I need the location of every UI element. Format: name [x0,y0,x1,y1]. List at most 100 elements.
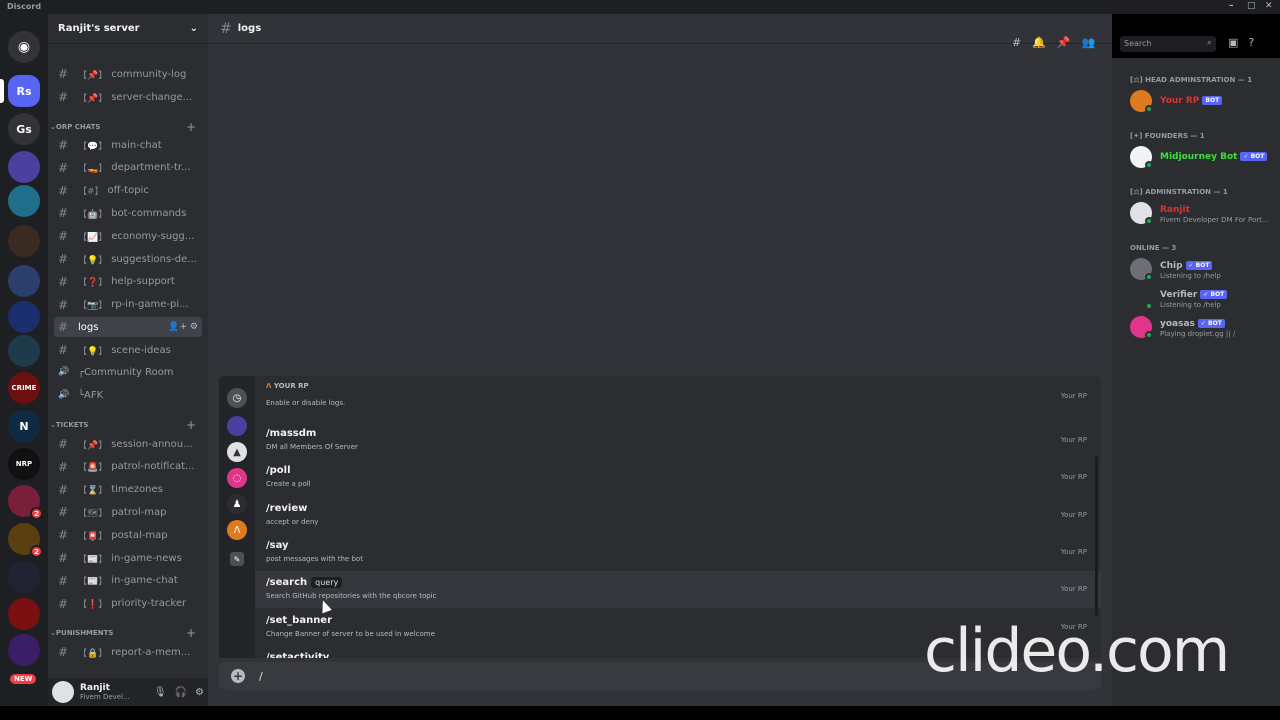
bot-tag: ✓ BOT [1240,152,1268,161]
discord-home-icon[interactable]: ◉ [8,31,40,63]
channel-item[interactable]: # 【📰】 in-game-news [54,548,202,568]
user-panel: Ranjit Fivem Devel... 🎙 🎧 ⚙ [48,678,208,706]
guild-icon[interactable] [8,225,40,257]
avatar[interactable] [52,681,74,703]
command-item[interactable]: Enable or disable logs. Your RP [255,388,1101,425]
member-item[interactable]: Midjourney Bot ✓ BOT [1130,144,1276,170]
selected-indicator [0,79,4,103]
member-name: Chip ✓ BOT [1160,261,1213,271]
guild-icon[interactable] [8,301,40,333]
category-header[interactable]: ⌄ TICKETS + [50,418,204,432]
guild-icon[interactable]: Rs [0,75,40,107]
channel-item[interactable]: # 【⌛】 timezones [54,480,202,500]
server-header[interactable]: Ranjit's server ⌄ [48,14,208,44]
guild-icon[interactable] [8,598,40,630]
headphones-icon[interactable]: 🎧 [175,687,187,698]
help-icon[interactable]: ? [1248,36,1254,49]
channel-emoji: 【❓】 [78,278,108,289]
channel-item[interactable]: # 【📮】 postal-map [54,525,202,545]
user-name: Ranjit [80,683,110,693]
hash-icon: # [58,320,69,334]
channel-item[interactable]: # 【❓】 help-support [54,272,202,292]
channel-item[interactable]: # 【🤖】 bot-commands [54,203,202,223]
channel-item[interactable]: 🔊 ┌Community Room [54,362,202,382]
channel-settings-icon[interactable]: 👤+ ⚙ [168,322,198,332]
category-header[interactable]: ⌄ ORP CHATS + [50,120,204,134]
member-list-icon[interactable]: 👥 [1082,36,1096,49]
app-icon-2[interactable]: ▲ [227,442,247,462]
channel-item[interactable]: # 【💡】 suggestions-de... [54,249,202,269]
app-icon-4[interactable]: ♟ [227,494,247,514]
close-button[interactable]: ✕ [1265,1,1273,11]
guild-icon[interactable] [8,335,40,367]
guild-icon[interactable]: 2 [8,485,43,520]
channel-emoji: 【💬】 [78,141,108,152]
command-item[interactable]: /poll Create a poll Your RP [255,459,1101,496]
channel-item[interactable]: # 【💡】 scene-ideas [54,340,202,360]
channel-item[interactable]: # 【🚨】 patrol-notificat... [54,457,202,477]
bot-tag: ✓ BOT [1197,319,1225,328]
app-picker-sidebar: ◷ ▲ ◌ ♟ Λ ✎ [219,376,255,658]
channel-emoji: 【📷】 [78,301,108,312]
app-title: Discord [7,2,42,11]
guild-icon[interactable] [8,561,40,593]
guild-icon[interactable]: Gs [8,113,40,145]
guild-icon[interactable] [8,634,40,666]
channel-item[interactable]: # 【❗】 priority-tracker [54,594,202,614]
hash-icon: # [58,274,69,289]
scrollbar[interactable] [1095,456,1098,616]
member-item[interactable]: yoasas ✓ BOT Playing droplet.gg || / [1130,314,1276,340]
settings-gear-icon[interactable]: ⚙ [195,687,204,698]
channel-item[interactable]: # 【📈】 economy-sugg... [54,226,202,246]
channel-item[interactable]: # 【📌】 community-log [54,64,202,84]
add-channel-icon[interactable]: + [186,418,196,432]
add-channel-icon[interactable]: + [186,626,196,640]
guild-icon[interactable] [8,185,40,217]
channel-label: └AFK [78,389,104,401]
app-icon-5[interactable]: Λ [227,520,247,540]
member-item[interactable]: Verifier ✓ BOT Listening to /help [1130,285,1276,311]
channel-item[interactable]: # 【📌】 server-change... [54,87,202,107]
member-item[interactable]: Chip ✓ BOT Listening to /help [1130,256,1276,282]
channel-item[interactable]: # 【#】 off-topic [54,181,202,201]
add-channel-icon[interactable]: + [186,120,196,134]
guild-icon[interactable]: CRIME [8,372,40,404]
guild-icon[interactable] [8,151,40,183]
command-item[interactable]: /say post messages with the bot Your RP [255,534,1101,571]
command-item[interactable]: /search query Search GitHub repositories w… [255,571,1101,608]
channel-emoji: 【🤖】 [78,209,108,220]
channel-item[interactable]: # logs 👤+ ⚙ [54,317,202,337]
app-icon-1[interactable] [227,416,247,436]
channel-item[interactable]: # 【🗺】 patrol-map [54,502,202,522]
bell-icon[interactable]: 🔔 [1032,36,1046,49]
channel-item[interactable]: # 【📰】 in-game-chat [54,571,202,591]
channel-item[interactable]: # 【📷】 rp-in-game-pi... [54,295,202,315]
app-icon-3[interactable]: ◌ [227,468,247,488]
add-attachment-icon[interactable]: + [231,669,245,683]
threads-icon[interactable]: # [1012,36,1021,49]
category-header[interactable]: ⌄ PUNISHMENTS + [50,626,204,640]
channel-item[interactable]: # 【💬】 main-chat [54,135,202,155]
command-item[interactable]: /massdm DM all Members Of Server Your RP [255,422,1101,459]
channel-item[interactable]: # 【📌】 session-annou... [54,434,202,454]
clock-icon[interactable]: ◷ [227,388,247,408]
microphone-icon[interactable]: 🎙 [154,687,167,698]
maximize-button[interactable]: □ [1247,1,1256,11]
member-item[interactable]: Your RP BOT [1130,88,1276,114]
composer-input[interactable]: / [259,670,263,683]
edit-icon[interactable]: ✎ [230,552,244,566]
command-name: /massdm [266,428,317,439]
pin-icon[interactable]: 📌 [1057,36,1071,49]
member-item[interactable]: Ranjit Fivem Developer DM For Port... [1130,200,1276,226]
channel-item[interactable]: # 【🚤】 department-tr... [54,158,202,178]
guild-icon[interactable]: N [8,410,40,442]
inbox-icon[interactable]: ▣ [1228,36,1238,49]
channel-item[interactable]: 🔊 └AFK [54,385,202,405]
guild-icon[interactable]: 2 [8,523,43,558]
guild-icon[interactable]: NRP [8,448,40,480]
guild-icon[interactable] [8,265,40,297]
minimize-button[interactable]: – [1229,1,1234,11]
command-item[interactable]: /review accept or deny Your RP [255,497,1101,534]
search-input[interactable]: Search ⌕ [1120,36,1216,52]
channel-item[interactable]: # 【🔒】 report-a-mem... [54,642,202,662]
